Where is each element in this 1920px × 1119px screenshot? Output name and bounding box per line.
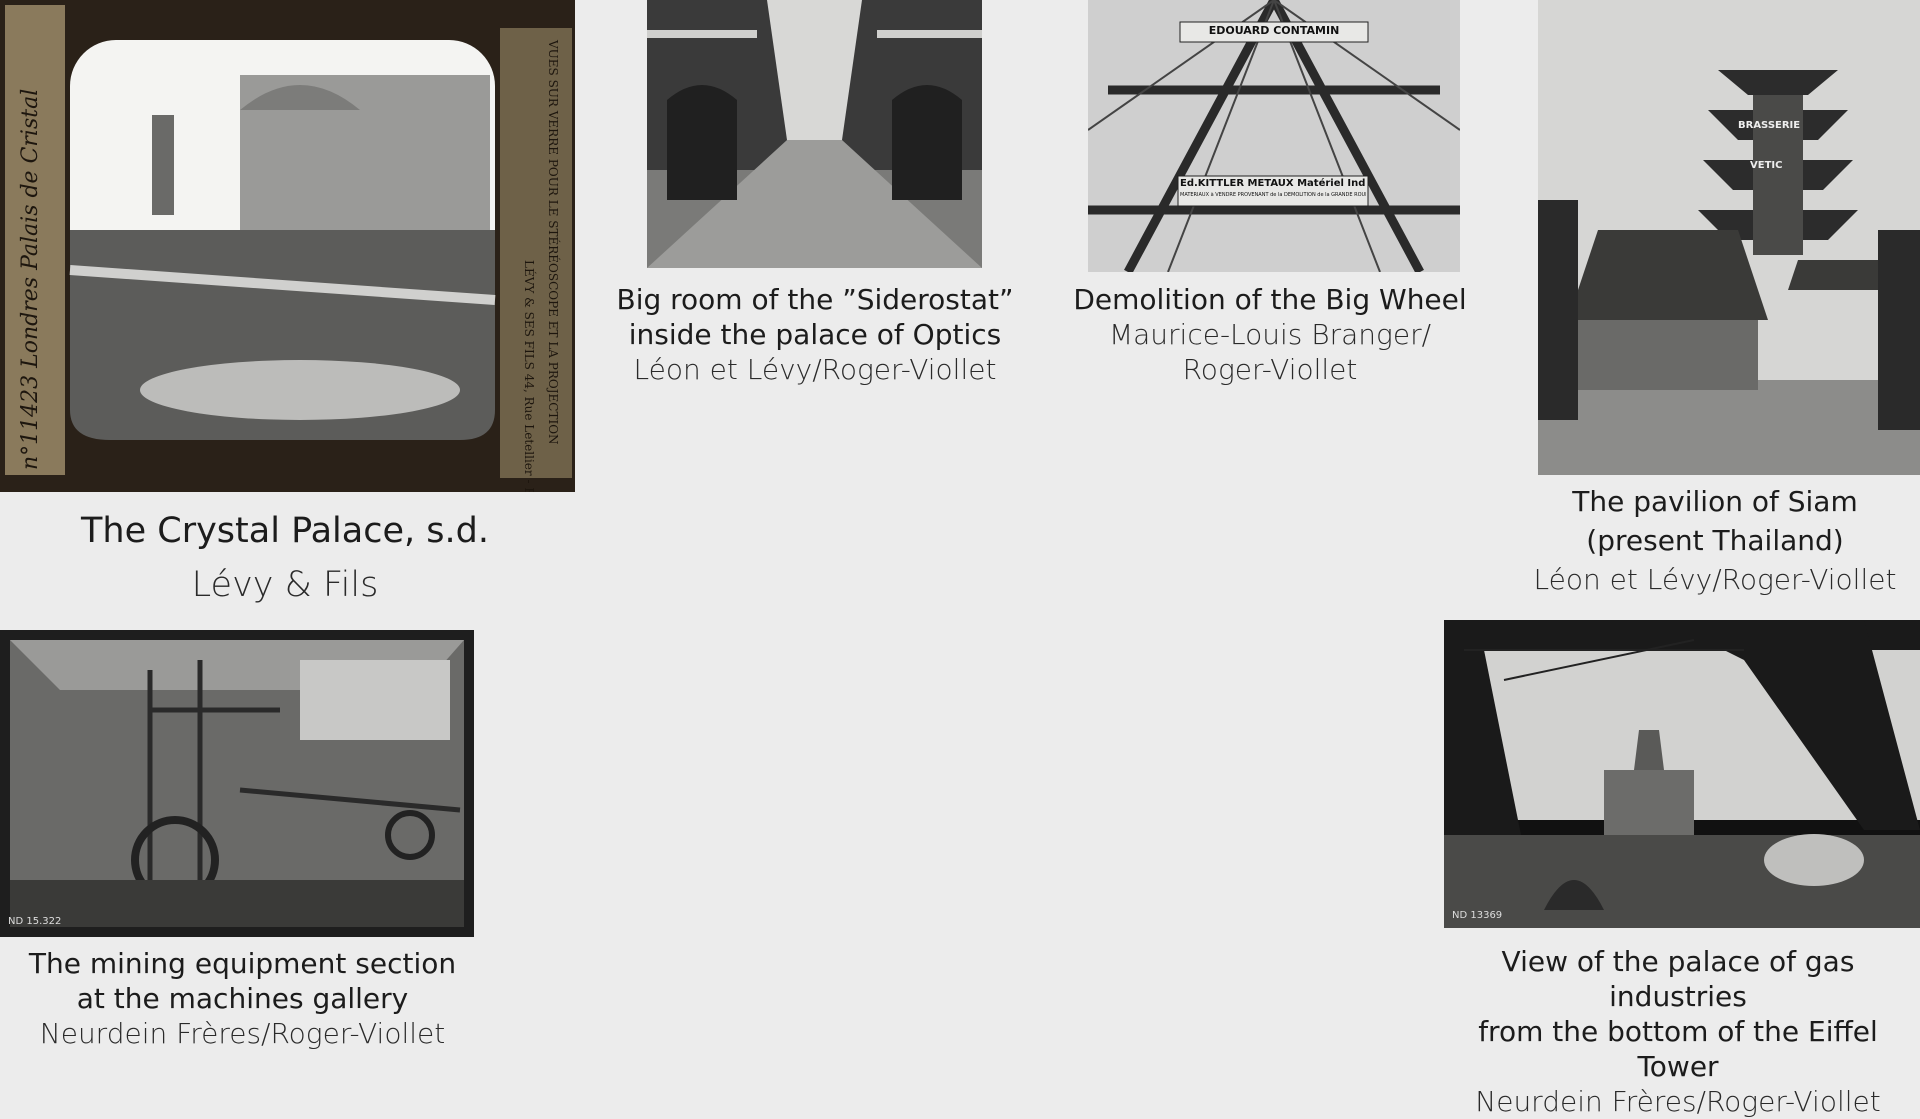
- caption-title-line: View of the palace of gas industries: [1501, 945, 1855, 1013]
- caption-credit: Roger-Viollet: [1182, 353, 1358, 386]
- demolition-sign-main: Ed.KITTLER METAUX Matériel Industriel: [1180, 178, 1366, 189]
- caption-title-line: The mining equipment section: [28, 947, 457, 980]
- caption-title-line: inside the palace of Optics: [628, 318, 1002, 351]
- mining-caption: The mining equipment section at the mach…: [10, 946, 475, 1051]
- siam-sign-sub: VETIC: [1750, 160, 1783, 171]
- slide-inscription-right: VUES SUR VERRE POUR LE STÉRÉOSCOPE ET LA…: [546, 40, 560, 445]
- caption-credit: Léon et Lévy/Roger-Viollet: [633, 353, 997, 386]
- caption-credit: Neurdein Frères/Roger-Viollet: [1475, 1085, 1881, 1118]
- caption-title-line: Demolition of the Big Wheel: [1073, 283, 1467, 316]
- siam-pavilion-photo[interactable]: BRASSERIE VETIC: [1538, 0, 1920, 475]
- caption-title-line: from the bottom of the Eiffel Tower: [1478, 1015, 1878, 1083]
- caption-credit: Maurice-Louis Branger/: [1108, 318, 1432, 351]
- siam-sign-top: BRASSERIE: [1738, 120, 1801, 131]
- caption-credit: Lévy & Fils: [191, 564, 379, 605]
- siderostat-caption: Big room of the ”Siderostat” inside the …: [600, 282, 1030, 387]
- demolition-sign-sub: MATÉRIAUX à VENDRE PROVENANT de la DÉMOL…: [1180, 192, 1366, 198]
- gas-palace-negative-stamp: ND 13369: [1452, 910, 1503, 921]
- gas-palace-caption: View of the palace of gas industries fro…: [1436, 944, 1920, 1119]
- mining-equipment-photo[interactable]: ND 15.322: [0, 630, 474, 937]
- caption-credit: Léon et Lévy/Roger-Viollet: [1533, 563, 1897, 597]
- big-wheel-caption: Demolition of the Big Wheel Maurice-Loui…: [1070, 282, 1470, 387]
- caption-credit: Neurdein Frères/Roger-Viollet: [39, 1017, 446, 1050]
- siam-caption: The pavilion of Siam (present Thailand) …: [1510, 482, 1920, 600]
- gas-palace-photo[interactable]: ND 13369: [1444, 620, 1920, 928]
- caption-title-line: (present Thailand): [1586, 524, 1844, 558]
- demolition-sign-top: EDOUARD CONTAMIN: [1208, 24, 1340, 37]
- caption-title-line: Big room of the ”Siderostat”: [616, 283, 1014, 316]
- slide-inscription-left: n°11423 Londres Palais de Cristal: [18, 88, 43, 470]
- caption-title: The Crystal Palace, s.d.: [81, 511, 489, 551]
- caption-title-line: The pavilion of Siam: [1572, 485, 1858, 518]
- caption-title-line: at the machines gallery: [76, 982, 409, 1015]
- mining-negative-stamp: ND 15.322: [8, 916, 62, 927]
- crystal-palace-caption: The Crystal Palace, s.d. Lévy & Fils: [20, 510, 550, 608]
- big-wheel-photo[interactable]: EDOUARD CONTAMIN Ed.KITTLER METAUX Matér…: [1088, 0, 1460, 272]
- crystal-palace-photo[interactable]: n°11423 Londres Palais de Cristal VUES S…: [0, 0, 575, 492]
- slide-brand: LÉVY & SES FILS 44, Rue Letellier - PARI…: [522, 260, 536, 492]
- siderostat-room-photo[interactable]: [647, 0, 982, 268]
